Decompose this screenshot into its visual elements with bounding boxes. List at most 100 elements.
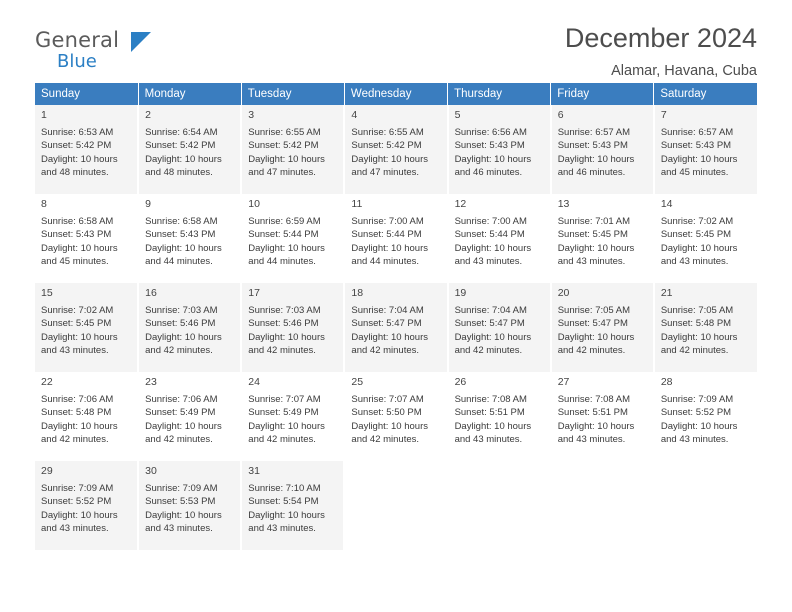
- calendar-day-cell[interactable]: 16 Sunrise: 7:03 AM Sunset: 5:46 PM Dayligh…: [138, 283, 243, 372]
- calendar-day-cell[interactable]: 27 Sunrise: 7:08 AM Sunset: 5:51 PM Dayligh…: [550, 372, 655, 461]
- calendar-day-cell[interactable]: 1 Sunrise: 6:53 AM Sunset: 5:42 PM Daylight…: [35, 105, 140, 194]
- logo[interactable]: General Blue: [35, 30, 235, 71]
- calendar-week-row: 29 Sunrise: 7:09 AM Sunset: 5:52 PM Dayligh…: [35, 461, 757, 550]
- calendar-day-cell[interactable]: 7 Sunrise: 6:57 AM Sunset: 5:43 PM Daylight…: [653, 105, 757, 194]
- sunrise-text: Sunrise: 6:58 AM: [145, 215, 218, 227]
- daylight-text: Daylight: 10 hours: [557, 420, 635, 432]
- daylight-text: and 43 minutes.: [557, 434, 626, 446]
- calendar-day-cell[interactable]: 22 Sunrise: 7:06 AM Sunset: 5:48 PM Dayligh…: [35, 372, 140, 461]
- calendar-day-cell[interactable]: 4 Sunrise: 6:55 AM Sunset: 5:42 PM Daylight…: [344, 105, 449, 194]
- sunrise-text: Sunrise: 7:04 AM: [351, 304, 424, 316]
- daylight-text: and 42 minutes.: [145, 345, 213, 357]
- calendar-day-cell[interactable]: 8 Sunrise: 6:58 AM Sunset: 5:43 PM Daylight…: [35, 194, 140, 283]
- daylight-text: and 43 minutes.: [41, 345, 109, 357]
- daylight-text: Daylight: 10 hours: [660, 153, 738, 165]
- calendar-day-cell[interactable]: 21 Sunrise: 7:05 AM Sunset: 5:48 PM Dayligh…: [653, 283, 757, 372]
- calendar-day-cell[interactable]: 2 Sunrise: 6:54 AM Sunset: 5:42 PM Daylight…: [138, 105, 243, 194]
- sunset-text: Sunset: 5:42 PM: [248, 140, 319, 152]
- calendar-day-cell[interactable]: 20 Sunrise: 7:05 AM Sunset: 5:47 PM Dayligh…: [550, 283, 655, 372]
- sunset-text: Sunset: 5:42 PM: [41, 140, 112, 152]
- daylight-text: Daylight: 10 hours: [351, 420, 428, 432]
- day-number: 15: [41, 287, 53, 299]
- daylight-text: Daylight: 10 hours: [557, 153, 635, 165]
- day-number: 17: [248, 287, 260, 299]
- calendar-day-cell[interactable]: 19 Sunrise: 7:04 AM Sunset: 5:47 PM Dayligh…: [447, 283, 552, 372]
- daylight-text: Daylight: 10 hours: [41, 509, 118, 521]
- daylight-text: Daylight: 10 hours: [660, 420, 738, 432]
- calendar-day-cell[interactable]: 25 Sunrise: 7:07 AM Sunset: 5:50 PM Dayligh…: [344, 372, 449, 461]
- calendar-day-cell[interactable]: 31 Sunrise: 7:10 AM Sunset: 5:54 PM Dayligh…: [241, 461, 346, 550]
- calendar-day-cell[interactable]: 10 Sunrise: 6:59 AM Sunset: 5:44 PM Dayligh…: [241, 194, 346, 283]
- calendar-day-cell[interactable]: 15 Sunrise: 7:02 AM Sunset: 5:45 PM Dayligh…: [35, 283, 140, 372]
- sunset-text: Sunset: 5:46 PM: [145, 318, 216, 330]
- sunset-text: Sunset: 5:42 PM: [145, 140, 216, 152]
- daylight-text: and 42 minutes.: [248, 434, 316, 446]
- daylight-text: and 42 minutes.: [454, 345, 523, 357]
- daylight-text: Daylight: 10 hours: [660, 242, 738, 254]
- sunset-text: Sunset: 5:48 PM: [41, 407, 112, 419]
- sunrise-text: Sunrise: 7:02 AM: [660, 215, 734, 227]
- calendar-day-cell[interactable]: 23 Sunrise: 7:06 AM Sunset: 5:49 PM Dayligh…: [138, 372, 243, 461]
- logo-text-blue: Blue: [57, 51, 97, 72]
- daylight-text: and 42 minutes.: [660, 345, 729, 357]
- daylight-text: Daylight: 10 hours: [248, 420, 325, 432]
- sunrise-text: Sunrise: 6:57 AM: [660, 126, 734, 138]
- calendar-day-cell[interactable]: 12 Sunrise: 7:00 AM Sunset: 5:44 PM Dayligh…: [447, 194, 552, 283]
- calendar-day-cell[interactable]: 3 Sunrise: 6:55 AM Sunset: 5:42 PM Daylight…: [241, 105, 346, 194]
- sunset-text: Sunset: 5:47 PM: [454, 318, 525, 330]
- day-number: 11: [351, 198, 363, 210]
- daylight-text: and 42 minutes.: [248, 345, 316, 357]
- sunrise-text: Sunrise: 7:01 AM: [557, 215, 631, 227]
- sunrise-text: Sunrise: 6:55 AM: [351, 126, 424, 138]
- logo-text-general: General: [35, 28, 120, 52]
- day-number: 24: [248, 376, 260, 388]
- calendar-day-cell[interactable]: 9 Sunrise: 6:58 AM Sunset: 5:43 PM Daylight…: [138, 194, 243, 283]
- calendar-day-cell[interactable]: 6 Sunrise: 6:57 AM Sunset: 5:43 PM Daylight…: [550, 105, 655, 194]
- daylight-text: and 43 minutes.: [660, 256, 729, 268]
- calendar-day-cell-empty: [447, 461, 552, 550]
- day-number: 20: [557, 287, 570, 299]
- daylight-text: and 48 minutes.: [41, 167, 109, 179]
- calendar-week-row: 8 Sunrise: 6:58 AM Sunset: 5:43 PM Daylight…: [35, 194, 757, 283]
- day-number: 3: [248, 109, 255, 121]
- sunrise-text: Sunrise: 7:09 AM: [660, 393, 734, 405]
- sunset-text: Sunset: 5:45 PM: [557, 229, 628, 241]
- calendar-day-cell[interactable]: 14 Sunrise: 7:02 AM Sunset: 5:45 PM Dayligh…: [653, 194, 757, 283]
- day-number: 4: [351, 109, 358, 121]
- daylight-text: and 43 minutes.: [660, 434, 729, 446]
- calendar-day-cell-empty: [654, 461, 757, 550]
- calendar-week-row: 1 Sunrise: 6:53 AM Sunset: 5:42 PM Daylight…: [35, 105, 757, 194]
- daylight-text: Daylight: 10 hours: [41, 242, 118, 254]
- sunset-text: Sunset: 5:44 PM: [248, 229, 319, 241]
- calendar-day-cell[interactable]: 5 Sunrise: 6:56 AM Sunset: 5:43 PM Daylight…: [447, 105, 552, 194]
- sunset-text: Sunset: 5:44 PM: [351, 229, 422, 241]
- calendar-day-cell[interactable]: 28 Sunrise: 7:09 AM Sunset: 5:52 PM Dayligh…: [653, 372, 757, 461]
- calendar-day-cell[interactable]: 11 Sunrise: 7:00 AM Sunset: 5:44 PM Dayligh…: [344, 194, 449, 283]
- sunrise-text: Sunrise: 7:02 AM: [41, 304, 114, 316]
- daylight-text: and 46 minutes.: [454, 167, 523, 179]
- calendar-day-cell[interactable]: 17 Sunrise: 7:03 AM Sunset: 5:46 PM Dayligh…: [241, 283, 346, 372]
- daylight-text: Daylight: 10 hours: [145, 420, 222, 432]
- calendar-day-cell[interactable]: 30 Sunrise: 7:09 AM Sunset: 5:53 PM Dayligh…: [138, 461, 243, 550]
- day-number: 16: [145, 287, 157, 299]
- sunrise-text: Sunrise: 7:07 AM: [248, 393, 321, 405]
- title-block: December 2024 Alamar, Havana, Cuba: [565, 23, 757, 78]
- calendar-day-cell[interactable]: 13 Sunrise: 7:01 AM Sunset: 5:45 PM Dayligh…: [550, 194, 655, 283]
- day-number: 28: [660, 376, 673, 388]
- sunset-text: Sunset: 5:51 PM: [557, 407, 628, 419]
- sunrise-text: Sunrise: 7:09 AM: [41, 482, 114, 494]
- sunrise-text: Sunrise: 7:03 AM: [248, 304, 321, 316]
- sunrise-text: Sunrise: 7:08 AM: [454, 393, 527, 405]
- day-number: 18: [351, 287, 364, 299]
- daylight-text: Daylight: 10 hours: [248, 153, 325, 165]
- calendar-day-cell[interactable]: 29 Sunrise: 7:09 AM Sunset: 5:52 PM Dayligh…: [35, 461, 140, 550]
- weekday-header-friday: Friday: [550, 82, 655, 105]
- day-number: 6: [557, 109, 564, 121]
- day-number: 7: [660, 109, 667, 121]
- calendar-day-cell[interactable]: 26 Sunrise: 7:08 AM Sunset: 5:51 PM Dayligh…: [447, 372, 552, 461]
- sunset-text: Sunset: 5:46 PM: [248, 318, 319, 330]
- calendar-day-cell[interactable]: 24 Sunrise: 7:07 AM Sunset: 5:49 PM Dayligh…: [241, 372, 346, 461]
- sunset-text: Sunset: 5:42 PM: [351, 140, 422, 152]
- calendar-day-cell[interactable]: 18 Sunrise: 7:04 AM Sunset: 5:47 PM Dayligh…: [344, 283, 449, 372]
- sunset-text: Sunset: 5:47 PM: [351, 318, 422, 330]
